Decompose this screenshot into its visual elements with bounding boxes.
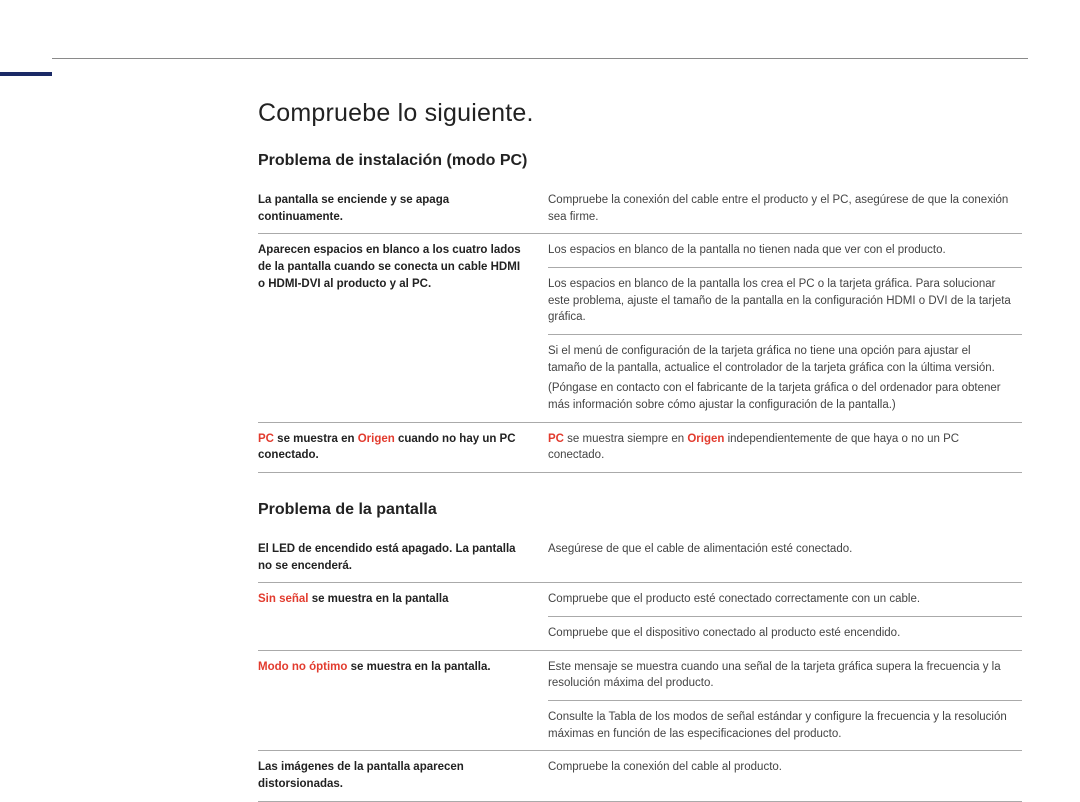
cell-solution: Compruebe la conexión del cable entre el… <box>548 184 1022 234</box>
content-area: Compruebe lo siguiente. Problema de inst… <box>52 99 1028 802</box>
table-row: Aparecen espacios en blanco a los cuatro… <box>258 234 1022 268</box>
table-row: El LED de encendido está apagado. La pan… <box>258 533 1022 583</box>
cell-solution: Compruebe que el dispositivo conectado a… <box>548 617 1022 651</box>
section-heading-screen: Problema de la pantalla <box>258 501 1022 519</box>
table-screen: El LED de encendido está apagado. La pan… <box>258 533 1022 802</box>
highlight-text: PC <box>258 433 274 445</box>
highlight-text: PC <box>548 433 564 445</box>
cell-problem: Aparecen espacios en blanco a los cuatro… <box>258 234 548 422</box>
table-install: La pantalla se enciende y se apaga conti… <box>258 184 1022 473</box>
cell-problem: Sin señal se muestra en la pantalla <box>258 583 548 650</box>
cell-solution: Asegúrese de que el cable de alimentació… <box>548 533 1022 583</box>
text: se muestra siempre en <box>564 433 687 445</box>
cell-problem: Modo no óptimo se muestra en la pantalla… <box>258 650 548 751</box>
section-heading-install: Problema de instalación (modo PC) <box>258 152 1022 170</box>
cell-solution: Consulte la Tabla de los modos de señal … <box>548 701 1022 751</box>
cell-problem: La pantalla se enciende y se apaga conti… <box>258 184 548 234</box>
cell-solution: Los espacios en blanco de la pantalla lo… <box>548 268 1022 335</box>
highlight-text: Origen <box>687 433 724 445</box>
top-separator <box>52 58 1028 59</box>
accent-bar <box>0 72 52 76</box>
text: se muestra en la pantalla <box>309 593 449 605</box>
table-row: Modo no óptimo se muestra en la pantalla… <box>258 650 1022 700</box>
text: se muestra en la pantalla. <box>347 661 490 673</box>
cell-solution: Compruebe la conexión del cable al produ… <box>548 751 1022 801</box>
document-page: Compruebe lo siguiente. Problema de inst… <box>0 0 1080 763</box>
cell-solution: Compruebe que el producto esté conectado… <box>548 583 1022 617</box>
cell-solution: Los espacios en blanco de la pantalla no… <box>548 234 1022 268</box>
table-row: Sin señal se muestra en la pantalla Comp… <box>258 583 1022 617</box>
table-row: La pantalla se enciende y se apaga conti… <box>258 184 1022 234</box>
highlight-text: Sin señal <box>258 593 309 605</box>
table-row: PC se muestra en Origen cuando no hay un… <box>258 422 1022 472</box>
cell-solution: Si el menú de configuración de la tarjet… <box>548 335 1022 379</box>
cell-solution: (Póngase en contacto con el fabricante d… <box>548 378 1022 422</box>
cell-solution: Este mensaje se muestra cuando una señal… <box>548 650 1022 700</box>
table-row: Las imágenes de la pantalla aparecen dis… <box>258 751 1022 801</box>
cell-solution: PC se muestra siempre en Origen independ… <box>548 422 1022 472</box>
page-title: Compruebe lo siguiente. <box>258 99 1022 128</box>
cell-problem: El LED de encendido está apagado. La pan… <box>258 533 548 583</box>
text: se muestra en <box>274 433 358 445</box>
highlight-text: Origen <box>358 433 395 445</box>
highlight-text: Modo no óptimo <box>258 661 347 673</box>
cell-problem: PC se muestra en Origen cuando no hay un… <box>258 422 548 472</box>
cell-problem: Las imágenes de la pantalla aparecen dis… <box>258 751 548 801</box>
